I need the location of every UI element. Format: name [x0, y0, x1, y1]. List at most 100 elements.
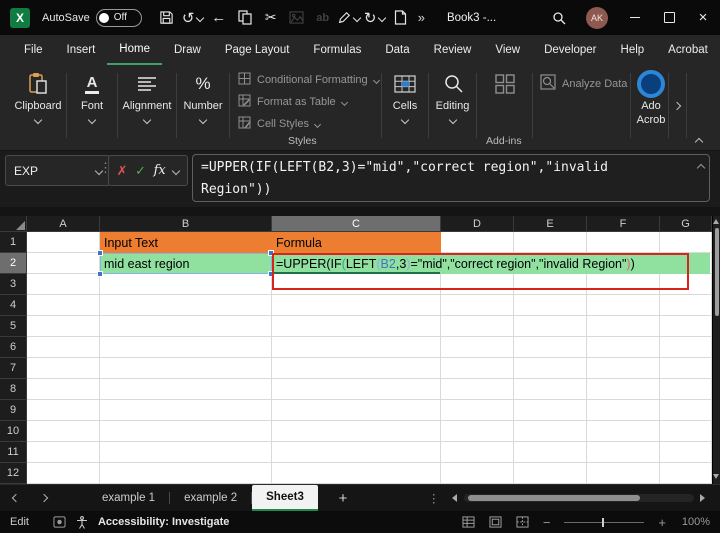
select-all-corner[interactable] [0, 216, 27, 232]
page-break-view-icon[interactable] [516, 516, 529, 528]
zoom-slider-thumb[interactable] [602, 518, 604, 527]
autosave-control[interactable]: AutoSave Off [42, 9, 142, 27]
tab-home[interactable]: Home [107, 35, 162, 65]
tab-draw[interactable]: Draw [162, 35, 213, 65]
cell-b2[interactable]: mid east region [100, 253, 272, 274]
enter-icon[interactable]: ✓ [135, 163, 146, 179]
back-arrow-icon[interactable]: ← [207, 5, 231, 31]
name-box[interactable]: EXP [5, 155, 111, 186]
row-header-6[interactable]: 6 [0, 337, 27, 358]
hscroll-right-icon[interactable] [700, 494, 705, 502]
save-icon[interactable] [155, 5, 179, 31]
tab-help[interactable]: Help [609, 35, 657, 65]
group-clipboard[interactable]: Clipboard [10, 70, 66, 123]
tab-developer[interactable]: Developer [532, 35, 608, 65]
tab-formulas[interactable]: Formulas [301, 35, 373, 65]
row-header-5[interactable]: 5 [0, 316, 27, 337]
zoom-in-icon[interactable]: + [658, 515, 666, 530]
undo-icon[interactable]: ↺ [181, 5, 205, 31]
copy-icon[interactable] [233, 5, 257, 31]
tab-insert[interactable]: Insert [55, 35, 108, 65]
row-header-12[interactable]: 12 [0, 463, 27, 484]
vscroll-down-icon[interactable] [713, 474, 719, 479]
replace-icon[interactable]: ab [311, 5, 335, 31]
sheet-tab-example-2[interactable]: example 2 [170, 485, 251, 511]
row-header-8[interactable]: 8 [0, 379, 27, 400]
zoom-out-icon[interactable]: − [543, 515, 551, 530]
insert-function-icon[interactable]: fx [154, 163, 166, 178]
group-editing[interactable]: Editing [430, 70, 475, 123]
tab-view[interactable]: View [483, 35, 532, 65]
search-icon[interactable] [542, 0, 576, 35]
adobe-acrobat-button[interactable]: AdoAcrob [634, 70, 668, 126]
collapse-ribbon-icon[interactable] [695, 138, 703, 146]
close-icon[interactable]: × [686, 0, 720, 35]
sheet-tab-example-1[interactable]: example 1 [88, 485, 169, 511]
sheet-tab-sheet3[interactable]: Sheet3 [252, 485, 318, 511]
column-header-e[interactable]: E [514, 216, 587, 232]
column-header-d[interactable]: D [441, 216, 514, 232]
formula-input[interactable]: =UPPER(IF(LEFT(B2,3)="mid","correct regi… [192, 154, 710, 202]
page-layout-view-icon[interactable] [489, 516, 502, 528]
maximize-icon[interactable] [652, 0, 686, 35]
overflow-chevrons-icon[interactable]: » [418, 10, 425, 25]
column-header-c[interactable]: C [272, 216, 441, 232]
cell-styles-button[interactable]: Cell Styles [238, 116, 320, 132]
accessibility-icon[interactable] [76, 516, 88, 529]
horizontal-scrollbar[interactable] [464, 494, 694, 502]
dots-vertical-icon[interactable]: ⋮ [428, 485, 440, 511]
hscroll-thumb[interactable] [468, 495, 640, 501]
hscroll-left-icon[interactable] [452, 494, 457, 502]
vscroll-up-icon[interactable] [713, 219, 719, 224]
row-header-9[interactable]: 9 [0, 400, 27, 421]
tab-page-layout[interactable]: Page Layout [213, 35, 302, 65]
tab-acrobat[interactable]: Acrobat [656, 35, 720, 65]
new-file-icon[interactable] [389, 5, 413, 31]
column-header-a[interactable]: A [27, 216, 100, 232]
minimize-icon[interactable] [618, 0, 652, 35]
group-number[interactable]: %Number [178, 70, 228, 123]
row-header-10[interactable]: 10 [0, 421, 27, 442]
avatar[interactable]: AK [586, 7, 608, 29]
normal-view-icon[interactable] [462, 516, 475, 528]
row-header-2[interactable]: 2 [0, 253, 27, 274]
gridline-horizontal [27, 336, 712, 337]
cell-b1[interactable]: Input Text [100, 232, 272, 253]
vertical-scrollbar[interactable] [712, 216, 720, 484]
group-cells[interactable]: Cells [383, 70, 427, 123]
column-header-f[interactable]: F [587, 216, 660, 232]
tab-data[interactable]: Data [373, 35, 421, 65]
cell-c2-edit[interactable]: =UPPER(IF(LEFT(B2,3)="mid","correct regi… [272, 253, 710, 274]
autosave-toggle[interactable]: Off [96, 9, 142, 27]
picture-icon[interactable] [285, 5, 309, 31]
cut-icon[interactable]: ✂ [259, 5, 283, 31]
row-header-11[interactable]: 11 [0, 442, 27, 463]
vscroll-thumb[interactable] [715, 228, 719, 316]
format-as-table-button[interactable]: Format as Table [238, 94, 347, 110]
zoom-slider[interactable] [564, 522, 644, 523]
row-header-4[interactable]: 4 [0, 295, 27, 316]
zoom-level[interactable]: 100% [680, 516, 710, 528]
tab-scroll-left-icon[interactable] [4, 485, 28, 511]
macro-record-icon[interactable] [53, 516, 66, 528]
tab-review[interactable]: Review [422, 35, 484, 65]
cancel-icon[interactable]: ✗ [117, 163, 128, 179]
group-font[interactable]: AFont [68, 70, 116, 123]
row-header-3[interactable]: 3 [0, 274, 27, 295]
accessibility-status[interactable]: Accessibility: Investigate [98, 516, 229, 528]
group-alignment[interactable]: Alignment [119, 70, 175, 123]
cell-c1[interactable]: Formula [272, 232, 441, 253]
tab-file[interactable]: File [12, 35, 55, 65]
add-sheet-button[interactable]: + [330, 485, 356, 511]
ribbon-more-icon[interactable] [673, 102, 681, 110]
tab-scroll-right-icon[interactable] [32, 485, 56, 511]
draw-icon[interactable] [337, 5, 361, 31]
row-header-1[interactable]: 1 [0, 232, 27, 253]
column-header-b[interactable]: B [100, 216, 272, 232]
row-header-7[interactable]: 7 [0, 358, 27, 379]
conditional-formatting-button[interactable]: Conditional Formatting [238, 72, 379, 88]
redo-icon[interactable]: ↻ [363, 5, 387, 31]
column-header-g[interactable]: G [660, 216, 712, 232]
add-ins-button[interactable] [482, 70, 528, 98]
analyze-data-button[interactable]: Analyze Data [540, 74, 627, 93]
